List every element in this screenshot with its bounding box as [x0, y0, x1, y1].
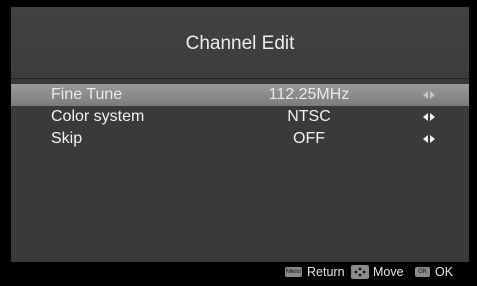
menu-item-label: Color system — [51, 108, 145, 125]
menu-key-icon: Menu — [285, 267, 302, 277]
divider — [11, 78, 469, 79]
move-arrows-icon — [351, 265, 369, 279]
left-right-arrows-icon[interactable] — [422, 110, 436, 124]
menu-item-skip[interactable]: Skip OFF — [11, 128, 469, 150]
channel-edit-panel: Channel Edit Fine Tune 112.25MHz Color s… — [11, 7, 469, 282]
page-title: Channel Edit — [185, 33, 295, 54]
left-right-arrows-icon[interactable] — [422, 88, 436, 102]
menu-item-label: Skip — [51, 130, 83, 147]
menu-item-value: NTSC — [287, 108, 331, 125]
menu-item-color-system[interactable]: Color system NTSC — [11, 106, 469, 128]
menu-item-value: 112.25MHz — [268, 86, 350, 103]
footer-hint-bar: Menu Return Move OK OK — [11, 262, 469, 282]
ok-hint: OK — [435, 265, 454, 279]
title-bar: Channel Edit — [11, 7, 469, 78]
menu-item-fine-tune[interactable]: Fine Tune 112.25MHz — [11, 84, 469, 106]
ok-key-icon: OK — [415, 267, 430, 277]
menu-item-label: Fine Tune — [51, 86, 123, 103]
move-hint: Move — [373, 265, 404, 279]
left-right-arrows-icon[interactable] — [422, 132, 436, 146]
menu-item-value: OFF — [293, 130, 325, 147]
return-hint: Return — [307, 265, 345, 279]
